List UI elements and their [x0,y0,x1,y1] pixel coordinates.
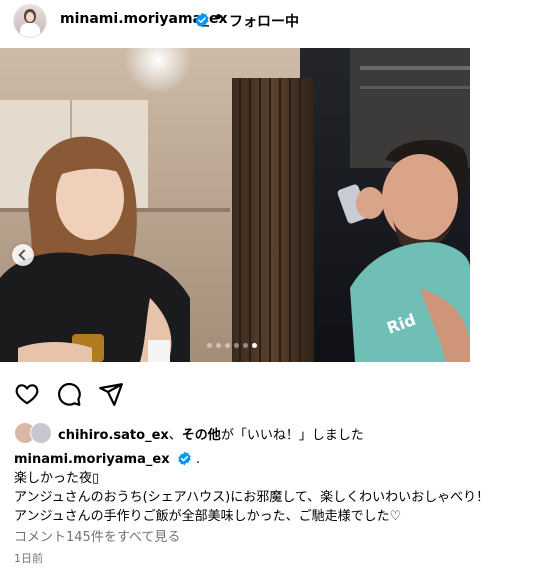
post-photo-image: Rid [0,48,470,362]
carousel-dot [243,343,248,348]
caption-line: 楽しかった夜▯ [14,471,100,486]
carousel-indicator [207,343,257,349]
liker-username[interactable]: chihiro.sato_ex [58,428,169,443]
caption-username[interactable]: minami.moriyama_ex [14,452,170,467]
post-caption: minami.moriyama_ex . 楽しかった夜▯ アンジュさんのおうち(… [14,450,529,526]
carousel-dot-active [252,343,257,348]
likes-others-link[interactable]: その他 [182,428,221,443]
carousel-dot [207,343,212,348]
likes-suffix: が「いいね！」しました [220,428,364,443]
carousel-prev-button[interactable] [12,244,34,266]
caption-dot: . [195,452,201,467]
header-separator: • [214,10,223,26]
post-photo[interactable]: Rid [0,48,470,362]
caption-line: アンジュさんの手作りご飯が全部美味しかった、ご馳走様でした♡ [14,509,402,524]
carousel-dot [225,343,230,348]
heart-icon[interactable] [14,381,40,407]
author-avatar[interactable] [14,5,46,37]
comment-icon[interactable] [56,381,82,407]
post-timestamp[interactable]: 1日前 [14,550,43,566]
verified-badge-icon [195,12,209,28]
likes-text: chihiro.sato_ex、その他が「いいね！」しました [58,424,364,443]
chevron-left-icon [18,249,30,261]
follow-status-button[interactable]: フォロー中 [229,11,299,31]
liker-avatar[interactable] [30,422,52,444]
view-all-comments-link[interactable]: コメント145件をすべて見る [14,526,180,545]
caption-line: アンジュさんのおうち(シェアハウス)にお邪魔して、楽しくわいわいおしゃべり！ [14,490,490,505]
post-header: minami.moriyama_ex • フォロー中 [0,0,534,42]
send-icon[interactable] [98,381,124,407]
carousel-dot [234,343,239,348]
carousel-dot [216,343,221,348]
likes-separator: 、 [168,428,182,443]
verified-badge-icon [178,451,191,466]
